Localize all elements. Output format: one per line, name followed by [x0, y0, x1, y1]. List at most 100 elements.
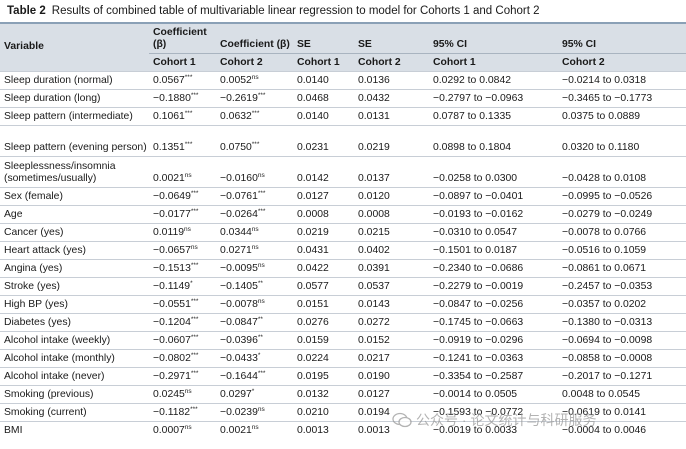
- ci-cohort-1: −0.0014 to 0.0505: [429, 385, 558, 404]
- watermark: 公众号 · 论文统计与科研服务: [392, 408, 678, 432]
- coefficient-value: −0.1880: [153, 92, 191, 104]
- table-row: Sex (female) −0.0649*** −0.0761*** 0.0127 0.…: [0, 187, 686, 206]
- significance-marker: ***: [251, 141, 260, 148]
- coefficient-cohort-2: −0.0095ns: [216, 259, 293, 278]
- coefficient-value: −0.0433: [220, 352, 258, 364]
- row-variable-label: Cancer (yes): [0, 223, 149, 242]
- table-header: Variable Coefficient (β) Coefficient (β)…: [0, 24, 686, 72]
- row-variable-label: Alcohol intake (never): [0, 367, 149, 386]
- coefficient-value: 0.0750: [220, 142, 252, 153]
- significance-marker: ns: [251, 423, 259, 431]
- row-variable-label: Diabetes (yes): [0, 313, 149, 332]
- coefficient-value: 0.0052: [220, 74, 252, 86]
- ci-cohort-1: −0.1241 to −0.0363: [429, 349, 558, 368]
- table-row: Stroke (yes) −0.1149* −0.1405** 0.0577 0.053…: [0, 277, 686, 296]
- coefficient-value: −0.0551: [153, 298, 191, 310]
- coefficient-value: 0.0119: [153, 226, 185, 238]
- ci-cohort-1: −0.0897 to −0.0401: [429, 187, 558, 206]
- coefficient-cohort-2: 0.0750***: [216, 125, 293, 157]
- row-variable-label: Sleep pattern (evening person): [0, 125, 149, 157]
- se-cohort-1: 0.0151: [293, 295, 354, 314]
- se-cohort-1: 0.0013: [293, 421, 354, 439]
- header-ci-2: 95% CI: [558, 24, 686, 54]
- table-row: Alcohol intake (monthly) −0.0802*** −0.043…: [0, 349, 686, 368]
- row-variable-label: Sleeplessness/insomnia (sometimes/usuall…: [0, 156, 149, 188]
- ci-cohort-1: −0.0310 to 0.0547: [429, 223, 558, 242]
- se-cohort-1: 0.0132: [293, 385, 354, 404]
- coefficient-cohort-1: −0.0649***: [149, 187, 216, 206]
- ci-cohort-2: −0.0357 to 0.0202: [558, 295, 686, 314]
- significance-marker: ns: [190, 243, 198, 251]
- coefficient-value: −0.0078: [220, 298, 258, 310]
- coefficient-cohort-1: 0.0245ns: [149, 385, 216, 404]
- significance-marker: ns: [184, 387, 192, 395]
- header-cohort-2: Cohort 2: [354, 53, 429, 72]
- se-cohort-1: 0.0219: [293, 223, 354, 242]
- coefficient-cohort-2: −0.0264***: [216, 205, 293, 224]
- se-cohort-2: 0.0008: [354, 205, 429, 224]
- significance-marker: *: [257, 351, 261, 359]
- coefficient-cohort-1: −0.0551***: [149, 295, 216, 314]
- header-ci-1: 95% CI: [429, 24, 558, 54]
- significance-marker: ***: [190, 351, 199, 359]
- row-variable-label: Heart attack (yes): [0, 241, 149, 260]
- significance-marker: ***: [251, 109, 260, 117]
- row-variable-label: Alcohol intake (weekly): [0, 331, 149, 350]
- significance-marker: *: [251, 387, 255, 395]
- significance-marker: **: [257, 333, 263, 341]
- se-cohort-1: 0.0195: [293, 367, 354, 386]
- significance-marker: ns: [257, 297, 265, 305]
- table-row: Sleep duration (normal) 0.0567*** 0.0052ns…: [0, 71, 686, 90]
- coefficient-value: 0.0021: [220, 424, 252, 436]
- significance-marker: ***: [257, 369, 266, 377]
- coefficient-value: 0.1061: [153, 110, 185, 122]
- ci-cohort-1: 0.0787 to 0.1335: [429, 107, 558, 126]
- ci-cohort-1: −0.0847 to −0.0256: [429, 295, 558, 314]
- coefficient-value: 0.0245: [153, 388, 185, 400]
- header-variable: Variable: [0, 24, 149, 72]
- significance-marker: ***: [190, 315, 199, 323]
- se-cohort-2: 0.0137: [354, 156, 429, 188]
- significance-marker: ns: [184, 225, 191, 233]
- significance-marker: ***: [184, 73, 193, 81]
- significance-marker: ***: [190, 207, 199, 215]
- se-cohort-2: 0.0152: [354, 331, 429, 350]
- row-variable-label: Smoking (current): [0, 403, 149, 422]
- ci-cohort-2: −0.0279 to −0.0249: [558, 205, 686, 224]
- significance-marker: ***: [190, 297, 199, 305]
- row-variable-label: Age: [0, 205, 149, 224]
- coefficient-value: −0.1204: [153, 316, 191, 328]
- significance-marker: ns: [184, 423, 192, 431]
- ci-cohort-2: −0.0861 to 0.0671: [558, 259, 686, 278]
- significance-marker: ns: [251, 225, 259, 233]
- se-cohort-2: 0.0272: [354, 313, 429, 332]
- se-cohort-2: 0.0432: [354, 89, 429, 108]
- coefficient-cohort-2: 0.0344ns: [216, 223, 293, 242]
- coefficient-value: 0.0271: [220, 244, 252, 256]
- header-cohort-1: Cohort 1: [293, 53, 354, 72]
- se-cohort-2: 0.0402: [354, 241, 429, 260]
- significance-marker: ***: [190, 261, 199, 269]
- coefficient-value: 0.0344: [220, 226, 252, 238]
- coefficient-cohort-2: 0.0052ns: [216, 71, 293, 90]
- coefficient-value: −0.0160: [220, 173, 258, 184]
- coefficient-value: 0.0567: [153, 74, 185, 86]
- se-cohort-2: 0.0391: [354, 259, 429, 278]
- significance-marker: ***: [257, 91, 266, 99]
- ci-cohort-1: −0.0258 to 0.0300: [429, 156, 558, 188]
- coefficient-cohort-1: 0.0007ns: [149, 421, 216, 439]
- coefficient-value: −0.0177: [153, 208, 191, 220]
- se-cohort-1: 0.0210: [293, 403, 354, 422]
- ci-cohort-2: −0.0858 to −0.0008: [558, 349, 686, 368]
- se-cohort-2: 0.0143: [354, 295, 429, 314]
- significance-marker: ***: [190, 91, 199, 99]
- row-variable-label: Sleep pattern (intermediate): [0, 107, 149, 126]
- coefficient-value: −0.0761: [220, 190, 258, 202]
- header-se-1: SE: [293, 24, 354, 54]
- se-cohort-1: 0.0140: [293, 71, 354, 90]
- se-cohort-1: 0.0224: [293, 349, 354, 368]
- table-row: Angina (yes) −0.1513*** −0.0095ns 0.0422 0.0…: [0, 259, 686, 278]
- se-cohort-2: 0.0120: [354, 187, 429, 206]
- table-row: Diabetes (yes) −0.1204*** −0.0847** 0.0276 0…: [0, 313, 686, 332]
- coefficient-value: −0.1182: [153, 406, 191, 418]
